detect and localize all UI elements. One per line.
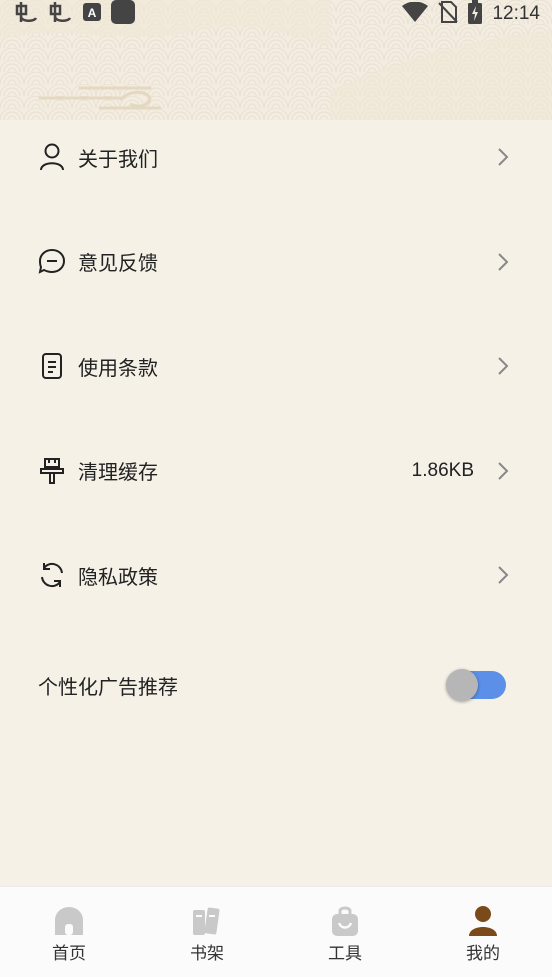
no-sim-icon (438, 1, 459, 27)
books-icon (190, 905, 224, 937)
personalized-ads-label: 个性化广告推荐 (38, 674, 178, 699)
square-icon (110, 0, 136, 28)
settings-menu: 关于我们 意见反馈 使用条款 清理缓存 1.86KB 隐私政策 (0, 105, 552, 628)
app-icon-1 (14, 0, 40, 28)
menu-item-label: 清理缓存 (78, 460, 158, 485)
tab-bookshelf[interactable]: 书架 (138, 887, 276, 977)
bag-icon (328, 905, 362, 937)
menu-item-feedback[interactable]: 意见反馈 (0, 210, 552, 315)
chevron-right-icon (496, 564, 512, 586)
chevron-right-icon (496, 251, 512, 273)
toggle-knob (446, 669, 478, 701)
refresh-icon (38, 561, 66, 589)
app-icon-2 (48, 0, 74, 28)
bottom-tab-bar: 首页 书架 工具 我的 (0, 886, 552, 977)
tab-home[interactable]: 首页 (0, 887, 138, 977)
svg-text:A: A (88, 6, 97, 20)
status-bar: A 12:14 (0, 0, 552, 28)
tab-label: 书架 (190, 944, 224, 964)
menu-item-label: 意见反馈 (78, 251, 158, 276)
menu-item-privacy-policy[interactable]: 隐私政策 (0, 523, 552, 628)
menu-item-label: 隐私政策 (78, 564, 158, 589)
menu-item-label: 关于我们 (78, 146, 158, 171)
tab-label: 工具 (328, 944, 362, 964)
cache-size-value: 1.86KB (411, 459, 474, 481)
menu-item-label: 使用条款 (78, 355, 158, 380)
battery-charging-icon (468, 0, 483, 28)
document-icon (38, 352, 66, 380)
user-icon (466, 905, 500, 937)
menu-item-terms-of-use[interactable]: 使用条款 (0, 314, 552, 419)
menu-item-about-us[interactable]: 关于我们 (0, 105, 552, 210)
brush-icon (38, 457, 66, 485)
wifi-icon (402, 1, 429, 26)
tab-label: 我的 (466, 944, 500, 964)
chevron-right-icon (496, 460, 512, 482)
status-time: 12:14 (492, 3, 540, 24)
chevron-right-icon (496, 146, 512, 168)
tab-mine[interactable]: 我的 (414, 887, 552, 977)
chevron-right-icon (496, 355, 512, 377)
personalized-ads-toggle[interactable] (446, 669, 506, 701)
font-icon: A (82, 2, 102, 26)
person-icon (38, 143, 66, 171)
home-icon (52, 905, 86, 937)
personalized-ads-row: 个性化广告推荐 (0, 642, 552, 728)
tab-tools[interactable]: 工具 (276, 887, 414, 977)
tab-label: 首页 (52, 944, 86, 964)
chat-bubble-icon (38, 248, 66, 276)
menu-item-clear-cache[interactable]: 清理缓存 1.86KB (0, 419, 552, 524)
